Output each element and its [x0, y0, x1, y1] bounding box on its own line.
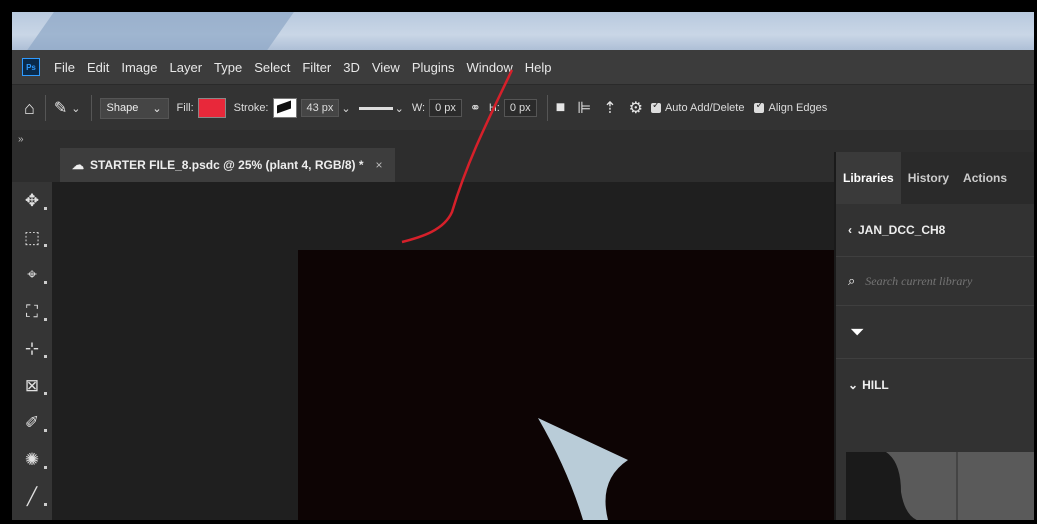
fill-swatch[interactable] — [197, 98, 226, 118]
home-icon[interactable]: ⌂ — [24, 98, 35, 119]
tab-libraries[interactable]: Libraries — [836, 152, 901, 204]
eyedropper-tool-icon[interactable]: ✐ — [12, 404, 52, 441]
panel-tabs: Libraries History Actions — [836, 152, 1034, 204]
menu-image[interactable]: Image — [115, 60, 163, 75]
stroke-label: Stroke: — [233, 102, 269, 114]
tool-mode-value: Shape — [106, 102, 139, 114]
libraries-panel: Libraries History Actions ‹ JAN_DCC_CH8 … — [834, 152, 1034, 520]
menu-file[interactable]: File — [48, 60, 81, 75]
thumbnail-art — [846, 452, 958, 520]
frame-tool-icon[interactable]: ⊠ — [12, 367, 52, 404]
stroke-width-dropdown[interactable]: ⌄ — [341, 102, 350, 115]
library-name: JAN_DCC_CH8 — [858, 223, 946, 237]
marquee-tool-icon[interactable]: ⬚ — [12, 219, 52, 256]
path-arrangement-icon[interactable]: ⇡ — [603, 98, 616, 118]
tools-panel: ✥ ⬚ ⌖ ⛶ ⊹ ⊠ ✐ ✺ ╱ — [12, 182, 52, 520]
close-tab-icon[interactable]: × — [376, 158, 383, 172]
search-icon: ⌕ — [848, 273, 856, 288]
filter-icon[interactable]: ⏷ — [836, 306, 1034, 359]
library-breadcrumb[interactable]: ‹ JAN_DCC_CH8 — [836, 204, 1034, 257]
app-frame: Ps File Edit Image Layer Type Select Fil… — [12, 12, 1034, 520]
pen-tool-icon[interactable]: ✎ — [54, 98, 67, 118]
group-name: HILL — [862, 378, 889, 392]
library-asset-thumbnail[interactable] — [846, 452, 1034, 520]
menu-3d[interactable]: 3D — [337, 60, 366, 75]
chevron-left-icon: ‹ — [848, 223, 852, 237]
stroke-width-input[interactable]: 43 px — [300, 99, 340, 117]
path-alignment-icon[interactable]: ⊫ — [577, 98, 591, 118]
group-header-hill[interactable]: ⌄ HILL — [836, 359, 1034, 411]
photoshop-logo-icon: Ps — [22, 58, 40, 76]
move-tool-icon[interactable]: ✥ — [12, 182, 52, 219]
library-search-input[interactable] — [863, 272, 1018, 290]
auto-add-delete-label: Auto Add/Delete — [664, 102, 745, 114]
chevron-down-icon: ⌄ — [848, 378, 859, 392]
tool-preset-dropdown[interactable]: ⌄ — [71, 102, 80, 115]
gear-icon[interactable]: ⚙ — [629, 98, 643, 118]
desktop-background — [12, 12, 1034, 54]
path-operations-icon[interactable]: ■ — [556, 99, 566, 117]
healing-brush-tool-icon[interactable]: ✺ — [12, 441, 52, 478]
cloud-icon: ☁ — [72, 158, 84, 172]
tab-actions[interactable]: Actions — [956, 152, 1014, 204]
tool-mode-select[interactable]: Shape ⌄ — [99, 97, 169, 119]
menu-layer[interactable]: Layer — [164, 60, 209, 75]
collapse-toolbar-icon[interactable]: » — [18, 134, 24, 145]
stroke-swatch[interactable] — [272, 98, 297, 118]
auto-add-delete-checkbox[interactable]: Auto Add/Delete — [650, 100, 745, 114]
lasso-tool-icon[interactable]: ⌖ — [12, 256, 52, 293]
menu-filter[interactable]: Filter — [296, 60, 337, 75]
brush-tool-icon[interactable]: ╱ — [12, 478, 52, 515]
document-title: STARTER FILE_8.psdc @ 25% (plant 4, RGB/… — [90, 158, 364, 172]
align-edges-label: Align Edges — [768, 102, 828, 114]
align-edges-checkbox[interactable]: Align Edges — [754, 100, 828, 114]
menu-select[interactable]: Select — [248, 60, 296, 75]
fill-label: Fill: — [176, 102, 194, 114]
object-selection-tool-icon[interactable]: ⛶ — [12, 293, 52, 330]
tab-history[interactable]: History — [901, 152, 956, 204]
document-tab[interactable]: ☁ STARTER FILE_8.psdc @ 25% (plant 4, RG… — [60, 148, 395, 182]
menu-type[interactable]: Type — [208, 60, 248, 75]
document-canvas[interactable] — [298, 250, 834, 520]
red-annotation-stroke — [401, 69, 514, 244]
canvas-artwork — [538, 418, 628, 520]
menu-edit[interactable]: Edit — [81, 60, 115, 75]
library-search: ⌕ — [836, 257, 1034, 306]
crop-tool-icon[interactable]: ⊹ — [12, 330, 52, 367]
